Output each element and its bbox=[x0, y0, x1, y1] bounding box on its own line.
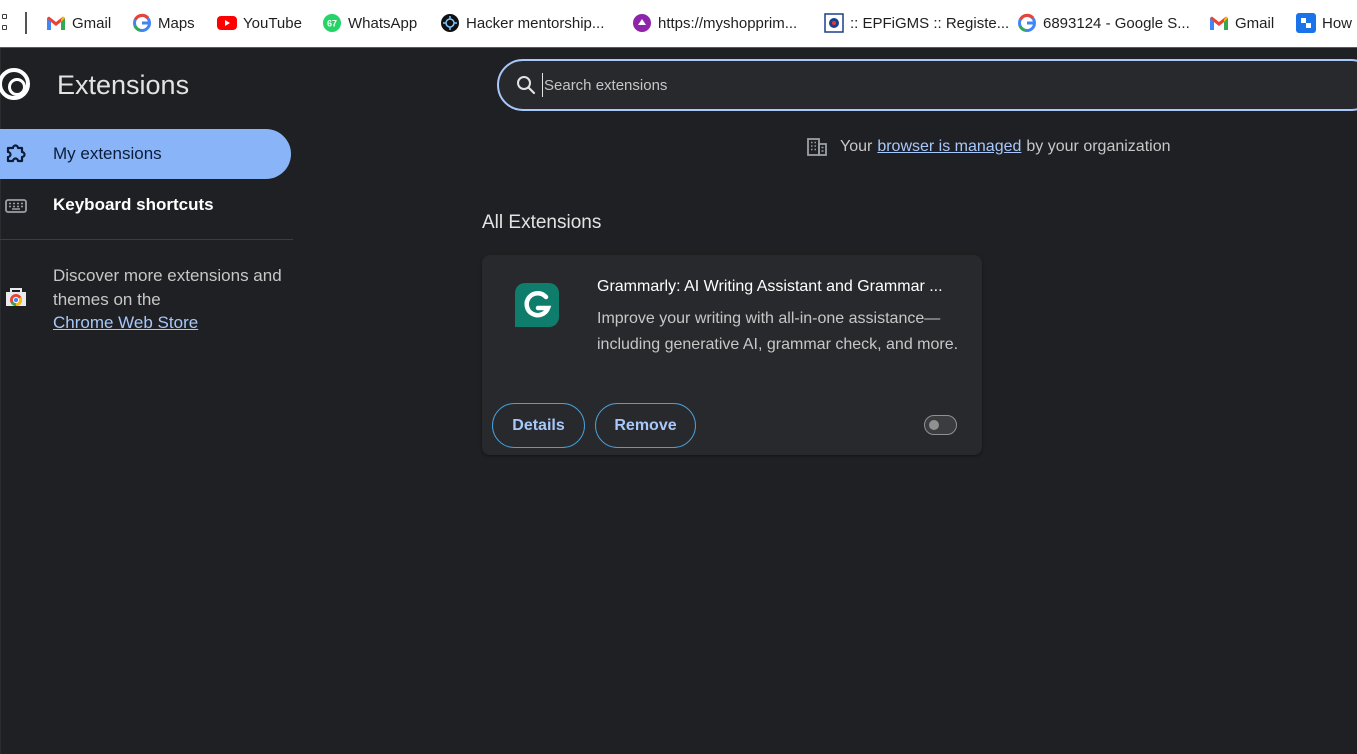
extension-name: Grammarly: AI Writing Assistant and Gram… bbox=[597, 278, 943, 295]
managed-suffix: by your organization bbox=[1026, 138, 1171, 155]
google-icon bbox=[132, 13, 152, 33]
bookmark-gmail-2[interactable]: Gmail bbox=[1209, 12, 1274, 34]
search-input[interactable] bbox=[542, 73, 1142, 97]
bookmark-label: WhatsApp bbox=[348, 14, 418, 32]
extension-enable-toggle[interactable] bbox=[924, 415, 957, 435]
gmail-icon bbox=[46, 13, 66, 33]
svg-text:67: 67 bbox=[327, 19, 337, 29]
bookmark-youtube[interactable]: YouTube bbox=[217, 12, 302, 34]
myshop-icon bbox=[632, 13, 652, 33]
gmail-icon bbox=[1209, 13, 1229, 33]
chrome-logo-icon bbox=[0, 68, 30, 100]
sidebar-item-label: My extensions bbox=[53, 144, 162, 163]
bookmark-whatsapp[interactable]: 67 WhatsApp bbox=[322, 12, 417, 34]
sidebar-item-label: Keyboard shortcuts bbox=[53, 195, 214, 214]
google-icon bbox=[1017, 13, 1037, 33]
bookmarks-bar: Gmail Maps YouTube 67 WhatsApp Hacker me… bbox=[0, 0, 1357, 48]
building-icon bbox=[806, 137, 828, 157]
bookmarks-separator bbox=[25, 12, 27, 34]
managed-notice: Your browser is managed by your organiza… bbox=[806, 136, 1171, 158]
bookmark-label: YouTube bbox=[243, 14, 302, 32]
apps-grid-icon[interactable] bbox=[0, 14, 8, 32]
chrome-web-store-icon bbox=[4, 286, 28, 308]
extension-description: Improve your writing with all-in-one ass… bbox=[597, 310, 959, 353]
discover-text: Discover more extensions and themes on t… bbox=[53, 266, 282, 309]
search-icon bbox=[515, 74, 537, 96]
remove-button[interactable]: Remove bbox=[595, 403, 696, 448]
bookmark-label: Maps bbox=[158, 14, 195, 32]
sidebar-item-my-extensions[interactable]: My extensions bbox=[0, 129, 291, 179]
bookmark-label: Gmail bbox=[72, 14, 112, 32]
bookmark-myshopprime[interactable]: https://myshopprim... bbox=[632, 12, 797, 34]
bookmark-google-sheet[interactable]: 6893124 - Google S... bbox=[1017, 12, 1190, 34]
bookmark-label: 6893124 - Google S... bbox=[1043, 14, 1190, 32]
details-button[interactable]: Details bbox=[492, 403, 585, 448]
chrome-web-store-link[interactable]: Chrome Web Store bbox=[53, 313, 198, 332]
section-title: All Extensions bbox=[482, 212, 602, 233]
bookmark-epfigms[interactable]: :: EPFiGMS :: Registe... bbox=[824, 12, 1009, 34]
grammarly-logo-icon bbox=[515, 283, 559, 327]
how-icon bbox=[1296, 13, 1316, 33]
epfo-icon bbox=[824, 13, 844, 33]
bookmark-hacker-mentorship[interactable]: Hacker mentorship... bbox=[440, 12, 604, 34]
managed-prefix: Your bbox=[840, 138, 873, 155]
sidebar-item-keyboard-shortcuts[interactable]: Keyboard shortcuts bbox=[0, 180, 291, 230]
bookmark-maps[interactable]: Maps bbox=[132, 12, 195, 34]
whatsapp-icon: 67 bbox=[322, 13, 342, 33]
sidebar-divider bbox=[0, 239, 293, 240]
keyboard-icon bbox=[5, 194, 27, 216]
bookmark-label: Hacker mentorship... bbox=[466, 14, 605, 32]
bookmark-gmail[interactable]: Gmail bbox=[46, 12, 111, 34]
hacker-icon bbox=[440, 13, 460, 33]
bookmark-label: How bbox=[1322, 14, 1353, 32]
toggle-knob bbox=[929, 420, 939, 430]
search-bar[interactable] bbox=[497, 59, 1357, 111]
bookmark-label: Gmail bbox=[1235, 14, 1275, 32]
puzzle-icon bbox=[5, 143, 27, 165]
discover-more-text: Discover more extensions and themes on t… bbox=[53, 264, 283, 335]
bookmark-label: :: EPFiGMS :: Registe... bbox=[850, 14, 1010, 32]
youtube-icon bbox=[217, 13, 237, 33]
page-title: Extensions bbox=[57, 70, 190, 100]
bookmark-how[interactable]: How bbox=[1296, 12, 1352, 34]
bookmark-label: https://myshopprim... bbox=[658, 14, 798, 32]
browser-managed-link[interactable]: browser is managed bbox=[877, 138, 1021, 156]
extension-card: Grammarly: AI Writing Assistant and Gram… bbox=[482, 255, 982, 455]
